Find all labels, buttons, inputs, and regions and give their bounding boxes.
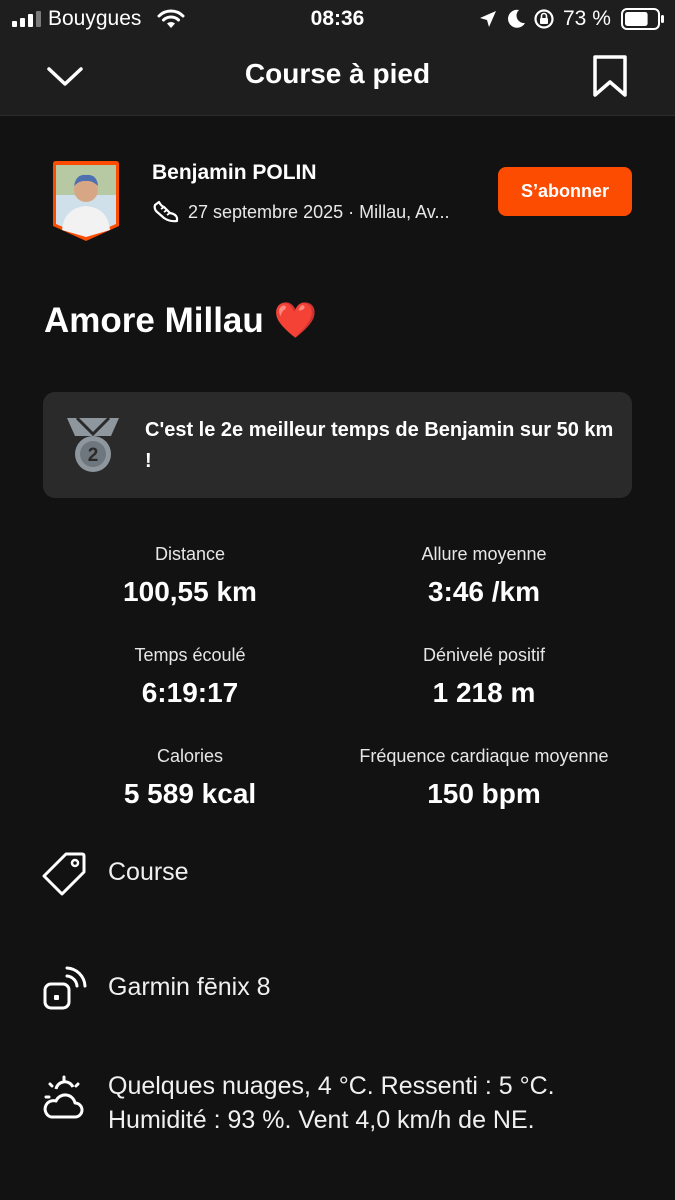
battery-icon: [621, 8, 664, 30]
achievement-text: C'est le 2e meilleur temps de Benjamin s…: [145, 419, 614, 472]
nav-bar: Course à pied: [0, 38, 675, 116]
medal-number: 2: [88, 445, 99, 466]
rotation-lock-icon: [534, 9, 554, 29]
stat-label: Temps écoulé: [134, 645, 246, 665]
bookmark-icon[interactable]: [592, 54, 628, 98]
activity-date-location: 27 septembre 2025 · Millau, Av...: [188, 201, 450, 222]
stat-label: Fréquence cardiaque moyenne: [359, 746, 609, 766]
stat-distance: Distance 100,55 km: [40, 544, 340, 608]
shoe-icon: [153, 200, 179, 223]
stat-value: 1 218 m: [432, 677, 536, 708]
stat-average-heart-rate: Fréquence cardiaque moyenne 150 bpm: [334, 746, 634, 810]
subscribe-button[interactable]: S’abonner: [498, 167, 632, 216]
achievement-card[interactable]: 2 C'est le 2e meilleur temps de Benjamin…: [43, 392, 632, 498]
activity-type: Course: [108, 858, 189, 886]
activity-type-row: Course: [42, 850, 189, 896]
weather-description: Quelques nuages, 4 °C. Ressenti : 5 °C. …: [108, 1072, 555, 1134]
location-icon: [480, 11, 496, 27]
stat-label: Distance: [154, 544, 226, 564]
tag-icon: [42, 852, 86, 896]
stat-average-pace: Allure moyenne 3:46 /km: [334, 544, 634, 608]
stat-label: Calories: [156, 746, 224, 766]
stat-value: 5 589 kcal: [123, 778, 257, 809]
battery-percent: 73 %: [563, 7, 611, 30]
status-bar: Bouygues 08:36 73 %: [0, 0, 675, 38]
battery-fill: [625, 12, 648, 26]
activity-meta: 27 septembre 2025 · Millau, Av...: [152, 198, 472, 226]
stat-calories: Calories 5 589 kcal: [40, 746, 340, 810]
stat-value: 100,55 km: [123, 576, 257, 607]
partly-cloudy-icon: [43, 1075, 84, 1119]
stat-value: 6:19:17: [141, 677, 239, 708]
stat-elevation-gain: Dénivelé positif 1 218 m: [334, 645, 634, 709]
medal-2-icon: 2: [67, 416, 119, 472]
moon-icon: [508, 9, 525, 28]
stat-value: 3:46 /km: [427, 576, 541, 607]
activity-title: Amore Millau ❤️: [44, 301, 318, 340]
athlete-name[interactable]: Benjamin POLIN: [152, 161, 317, 185]
stat-elapsed-time: Temps écoulé 6:19:17: [40, 645, 340, 709]
page-title: Course à pied: [244, 58, 431, 89]
stat-label: Dénivelé positif: [422, 645, 546, 665]
stat-label: Allure moyenne: [421, 544, 547, 564]
device-name: Garmin fēnix 8: [108, 973, 271, 1001]
device-row: Garmin fēnix 8: [42, 966, 271, 1012]
avatar[interactable]: [50, 160, 122, 242]
device-sync-icon: [43, 966, 87, 1010]
stat-value: 150 bpm: [427, 778, 541, 809]
weather-row: Quelques nuages, 4 °C. Ressenti : 5 °C. …: [42, 1069, 608, 1137]
